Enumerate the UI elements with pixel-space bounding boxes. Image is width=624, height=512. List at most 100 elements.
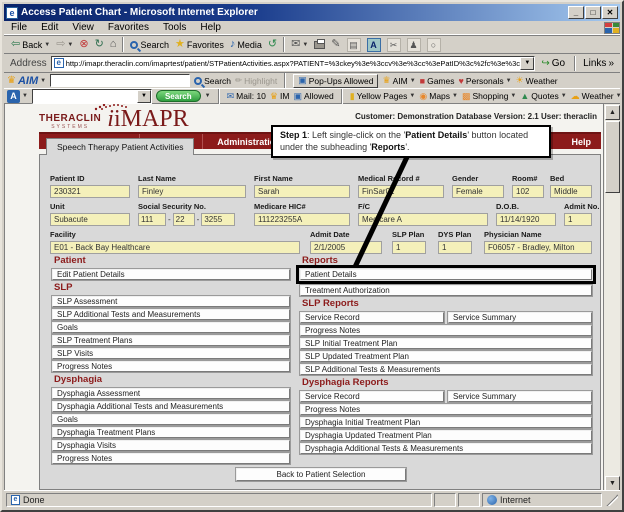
- highlight-button[interactable]: ✏ Highlight: [235, 75, 277, 86]
- im-button[interactable]: ♛ IM: [270, 91, 290, 102]
- aim-search-input[interactable]: [50, 74, 190, 87]
- quotes-button[interactable]: ▲ Quotes ▼: [520, 91, 566, 101]
- medical-record-field[interactable]: FinSar01: [358, 185, 444, 198]
- last-name-field[interactable]: Finley: [138, 185, 246, 198]
- facility-field[interactable]: E01 - Back Bay Healthcare: [50, 241, 300, 254]
- room-field[interactable]: 102: [512, 185, 544, 198]
- goals-button[interactable]: Goals: [52, 322, 290, 333]
- dys-plan-field[interactable]: 1: [438, 241, 472, 254]
- dys-additional-tests-report-button[interactable]: Dysphagia Additional Tests & Measurement…: [300, 443, 592, 454]
- companion-a-button[interactable]: A ▼: [7, 90, 28, 103]
- games-button[interactable]: ■ Games: [420, 76, 455, 86]
- dys-service-record-button[interactable]: Service Record: [300, 391, 444, 402]
- maximize-button[interactable]: □: [585, 6, 601, 19]
- nav-help[interactable]: Help: [561, 137, 601, 147]
- minimize-button[interactable]: _: [568, 6, 584, 19]
- shopping-dropdown-icon[interactable]: ▼: [510, 93, 516, 99]
- address-dropdown-icon[interactable]: ▼: [520, 57, 534, 70]
- back-button[interactable]: ⇦ Back ▼: [8, 36, 53, 53]
- slp-progress-notes-button[interactable]: Progress Notes: [52, 361, 290, 372]
- aim-brand-button[interactable]: ♛ AIM ▼: [7, 75, 46, 87]
- personals-dropdown-icon[interactable]: ▼: [506, 78, 512, 84]
- shopping-button[interactable]: ▩ Shopping ▼: [462, 91, 516, 102]
- dys-updated-treatment-plan-button[interactable]: Dysphagia Updated Treatment Plan: [300, 430, 592, 441]
- tab-speech-therapy[interactable]: Speech Therapy Patient Activities: [46, 138, 194, 155]
- discuss-button[interactable]: ○: [424, 36, 444, 53]
- allowed-button[interactable]: ▣ Allowed: [293, 91, 333, 102]
- dysphagia-visits-button[interactable]: Dysphagia Visits: [52, 440, 290, 451]
- history-button[interactable]: ↺: [265, 36, 280, 53]
- ssn-part2-field[interactable]: 22: [173, 213, 195, 226]
- dysphagia-progress-notes-button[interactable]: Progress Notes: [52, 453, 290, 464]
- resize-grip[interactable]: [606, 494, 618, 506]
- mail-status-button[interactable]: ✉ Mail: 10: [227, 91, 266, 102]
- cut-button[interactable]: ✂: [384, 36, 404, 53]
- companion-combo-dropdown-icon[interactable]: ▼: [137, 90, 151, 103]
- slp-assessment-button[interactable]: SLP Assessment: [52, 296, 290, 307]
- maps-button[interactable]: ◉ Maps ▼: [419, 91, 458, 102]
- menu-file[interactable]: File: [4, 22, 34, 33]
- back-dropdown-icon[interactable]: ▼: [44, 42, 50, 48]
- slp-plan-field[interactable]: 1: [392, 241, 426, 254]
- companion-a-dropdown-icon[interactable]: ▼: [22, 93, 28, 99]
- yellow-pages-button[interactable]: ▮ Yellow Pages ▼: [350, 91, 416, 102]
- gender-field[interactable]: Female: [452, 185, 504, 198]
- aim-search-button[interactable]: Search: [194, 76, 231, 86]
- medicare-hic-field[interactable]: 111223255A: [254, 213, 350, 226]
- ssn-part3-field[interactable]: 3255: [201, 213, 235, 226]
- dysphagia-goals-button[interactable]: Goals: [52, 414, 290, 425]
- admit-no-field[interactable]: 1: [564, 213, 592, 226]
- edit-patient-details-button[interactable]: Edit Patient Details: [52, 269, 290, 280]
- physician-field[interactable]: F06057 - Bradley, Milton: [484, 241, 592, 254]
- slp-additional-tests-button[interactable]: SLP Additional Tests and Measurements: [52, 309, 290, 320]
- go-button[interactable]: ↪ Go: [535, 58, 571, 69]
- personals-button[interactable]: ♥ Personals ▼: [458, 76, 511, 86]
- dysphagia-additional-tests-button[interactable]: Dysphagia Additional Tests and Measureme…: [52, 401, 290, 412]
- slp-service-summary-button[interactable]: Service Summary: [448, 312, 592, 323]
- dysphagia-assessment-button[interactable]: Dysphagia Assessment: [52, 388, 290, 399]
- menu-view[interactable]: View: [65, 22, 101, 33]
- forward-button[interactable]: ⇨ ▼: [53, 36, 76, 53]
- menu-help[interactable]: Help: [193, 22, 228, 33]
- slp-additional-tests-report-button[interactable]: SLP Additional Tests & Measurements: [300, 364, 592, 375]
- home-button[interactable]: ⌂: [107, 36, 120, 53]
- yellow-pages-dropdown-icon[interactable]: ▼: [409, 93, 415, 99]
- patient-details-button[interactable]: Patient Details: [300, 269, 592, 280]
- dysphagia-treatment-plans-button[interactable]: Dysphagia Treatment Plans: [52, 427, 290, 438]
- messenger-button[interactable]: ♟: [404, 36, 424, 53]
- slp-service-record-button[interactable]: Service Record: [300, 312, 444, 323]
- print-button[interactable]: [311, 36, 328, 53]
- scroll-down-icon[interactable]: ▼: [605, 476, 620, 491]
- aim-toolbar-button[interactable]: A: [364, 36, 384, 53]
- weather2-dropdown-icon[interactable]: ▼: [616, 93, 622, 99]
- refresh-button[interactable]: ↻: [92, 36, 107, 53]
- back-to-patient-selection-button[interactable]: Back to Patient Selection: [236, 468, 406, 481]
- dob-field[interactable]: 11/14/1920: [496, 213, 556, 226]
- favorites-button[interactable]: ★ Favorites: [172, 36, 227, 53]
- menu-tools[interactable]: Tools: [156, 22, 193, 33]
- ssn-part1-field[interactable]: 111: [138, 213, 166, 226]
- companion-search-combo[interactable]: ▼: [32, 89, 152, 104]
- quotes-dropdown-icon[interactable]: ▼: [561, 93, 567, 99]
- slp-reports-progress-notes-button[interactable]: Progress Notes: [300, 325, 592, 336]
- address-url[interactable]: http://imapr.theraclin.com/imaprtest/pat…: [66, 59, 521, 68]
- admit-date-field[interactable]: 2/1/2005: [310, 241, 382, 254]
- media-button[interactable]: ♪ Media: [227, 36, 265, 53]
- notepad-button[interactable]: ▤: [344, 36, 364, 53]
- vertical-scrollbar[interactable]: ▲ ▼: [603, 104, 620, 492]
- bed-field[interactable]: Middle: [550, 185, 592, 198]
- scrollbar-thumb[interactable]: [605, 121, 620, 193]
- dys-initial-treatment-plan-button[interactable]: Dysphagia Initial Treatment Plan: [300, 417, 592, 428]
- menu-edit[interactable]: Edit: [34, 22, 65, 33]
- stop-button[interactable]: ⊗: [76, 36, 91, 53]
- slp-updated-treatment-plan-button[interactable]: SLP Updated Treatment Plan: [300, 351, 592, 362]
- mail-button[interactable]: ✉ ▼: [288, 36, 311, 53]
- maps-dropdown-icon[interactable]: ▼: [452, 93, 458, 99]
- popups-allowed-button[interactable]: ▣ Pop-Ups Allowed: [293, 74, 378, 88]
- dys-service-summary-button[interactable]: Service Summary: [448, 391, 592, 402]
- fc-field[interactable]: Medicare A: [358, 213, 488, 226]
- edit-button[interactable]: ✎: [328, 36, 343, 53]
- aim-brand-dropdown-icon[interactable]: ▼: [40, 78, 46, 84]
- address-input[interactable]: e http://imapr.theraclin.com/imaprtest/p…: [51, 56, 536, 71]
- menu-favorites[interactable]: Favorites: [101, 22, 156, 33]
